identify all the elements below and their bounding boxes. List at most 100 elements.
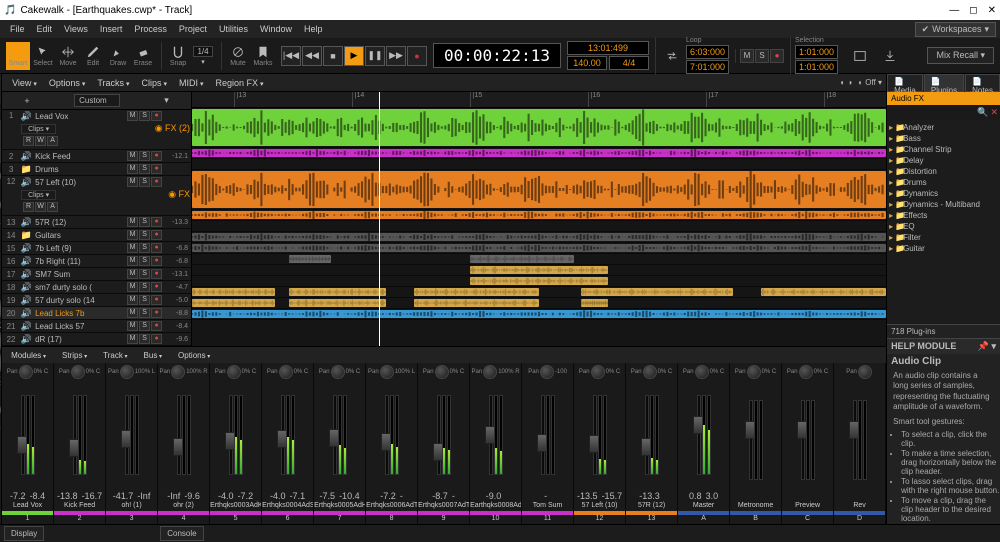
pan-knob[interactable] (858, 365, 872, 379)
browser-folder[interactable]: Guitar (889, 243, 998, 254)
fader[interactable] (73, 395, 77, 475)
erase-tool[interactable]: Erase (131, 42, 155, 70)
pause-button[interactable]: ❚❚ (365, 46, 385, 66)
pan-knob[interactable] (380, 365, 394, 379)
browser-folder[interactable]: Distortion (889, 166, 998, 177)
browser-close-icon[interactable]: ✕ (990, 107, 998, 118)
mixer-strip[interactable]: Pan0% C-7.5-10.4Erthqks0005AdHi7 (314, 363, 366, 524)
mute-button[interactable]: Mute (226, 42, 250, 70)
menu-help[interactable]: Help (298, 24, 329, 34)
track-header[interactable]: 12🔊57 Left (10)MS●Clips ▾◉ FXRWA (2, 176, 191, 216)
pan-knob[interactable] (643, 365, 657, 379)
arm-btn[interactable]: ● (151, 177, 162, 187)
fader[interactable] (541, 395, 545, 475)
menu-utilities[interactable]: Utilities (213, 24, 254, 34)
track-lane[interactable] (192, 298, 886, 309)
arm-btn[interactable]: ● (151, 230, 162, 240)
fader[interactable] (593, 395, 597, 475)
solo-btn[interactable]: S (139, 151, 150, 161)
browser-folder[interactable]: Delay (889, 155, 998, 166)
tempo-display[interactable]: 140.00 (573, 58, 601, 68)
audio-clip[interactable] (414, 299, 539, 307)
browser-folder[interactable]: Analyzer (889, 122, 998, 133)
mixer-strip[interactable]: Pan100% L-7.2-Erthqks0006AdT18 (366, 363, 418, 524)
mixer-strip[interactable]: Pan-100-Tom Sum11 (522, 363, 574, 524)
clips-pane[interactable]: |13|14|15|16|17|18 (192, 92, 886, 346)
ripple-toggle[interactable]: ◐ ◑ (840, 78, 852, 87)
tv-menu-options[interactable]: Options (43, 78, 92, 88)
browser-folder[interactable]: Filter (889, 232, 998, 243)
tv-menu-midi[interactable]: MIDI (173, 78, 209, 88)
audio-clip[interactable] (470, 255, 574, 263)
status-display-tab[interactable]: Display (4, 526, 44, 541)
audio-clip[interactable] (192, 233, 886, 241)
bar-beat-display[interactable]: 13:01:499 (588, 43, 628, 53)
marks-button[interactable]: Marks (251, 42, 275, 70)
audio-clip[interactable] (470, 266, 609, 274)
fader[interactable] (749, 400, 753, 480)
strip-name[interactable]: Erthqks0004AdSr (262, 501, 313, 510)
track-lane[interactable] (192, 108, 886, 148)
arm-btn[interactable]: ● (151, 334, 162, 344)
console-menu-modules[interactable]: Modules (6, 351, 51, 360)
arm-btn[interactable]: ● (151, 164, 162, 174)
pan-knob[interactable] (747, 365, 761, 379)
pan-knob[interactable] (540, 365, 554, 379)
mute-btn[interactable]: M (127, 269, 138, 279)
play-button[interactable]: ▶ (344, 46, 364, 66)
arm-btn[interactable]: ● (151, 111, 162, 121)
strip-name[interactable]: Tom Sum (522, 501, 573, 510)
mixer-strip[interactable]: Pan100% R-9.0Earthqks0008AdT10 (470, 363, 522, 524)
mute-btn[interactable]: M (127, 282, 138, 292)
solo-btn[interactable]: S (139, 243, 150, 253)
menu-project[interactable]: Project (173, 24, 213, 34)
audio-clip[interactable] (289, 255, 331, 263)
arm-btn[interactable]: ● (151, 321, 162, 331)
pan-knob[interactable] (331, 365, 345, 379)
mute-btn[interactable]: M (127, 321, 138, 331)
pan-knob[interactable] (227, 365, 241, 379)
fader[interactable] (697, 395, 701, 475)
arm-btn[interactable]: ● (151, 151, 162, 161)
track-header[interactable]: 14📁GuitarsMS● (2, 229, 191, 242)
solo-btn[interactable]: S (139, 217, 150, 227)
tv-menu-region-fx[interactable]: Region FX (209, 78, 269, 88)
audio-clip[interactable] (192, 109, 886, 146)
strip-name[interactable]: Earthqks0008AdT (470, 501, 521, 510)
arm-btn[interactable]: ● (151, 308, 162, 318)
solo-btn[interactable]: S (139, 256, 150, 266)
strip-name[interactable]: Lead Vox (2, 501, 53, 510)
fader[interactable] (489, 395, 493, 475)
audio-clip[interactable] (289, 299, 386, 307)
track-lane[interactable] (192, 232, 886, 243)
menu-file[interactable]: File (4, 24, 31, 34)
mute-btn[interactable]: M (127, 177, 138, 187)
close-button[interactable]: ✕ (988, 5, 996, 16)
fader[interactable] (21, 395, 25, 475)
solo-btn[interactable]: S (139, 295, 150, 305)
strip-name[interactable]: Erthqks0005AdHi (314, 501, 365, 510)
mixer-strip[interactable]: Pan0% CPreviewC (782, 363, 834, 524)
arm-btn[interactable]: ● (151, 243, 162, 253)
status-console-tab[interactable]: Console (160, 526, 203, 541)
audio-clip[interactable] (192, 310, 886, 318)
fader[interactable] (177, 395, 181, 475)
solo-btn[interactable]: S (139, 111, 150, 121)
sel-to[interactable]: 1:01:000 (799, 62, 834, 72)
pan-knob[interactable] (279, 365, 293, 379)
fader[interactable] (385, 395, 389, 475)
audio-clip[interactable] (192, 211, 886, 219)
mixer-strip[interactable]: Pan100% R-Inf-9.6ohr (2)4 (158, 363, 210, 524)
ffwd-button[interactable]: ▶▶ (386, 46, 406, 66)
audio-clip[interactable] (414, 288, 539, 296)
fader[interactable] (645, 395, 649, 475)
track-lane[interactable] (192, 287, 886, 298)
console-menu-options[interactable]: Options (173, 351, 215, 360)
menu-views[interactable]: Views (58, 24, 94, 34)
arm-btn[interactable]: ● (151, 295, 162, 305)
rtz-button[interactable]: |◀◀ (281, 46, 301, 66)
pan-knob[interactable] (483, 365, 497, 379)
strip-name[interactable]: oh! (1) (106, 501, 157, 510)
mute-btn[interactable]: M (127, 308, 138, 318)
browser-folder[interactable]: Dynamics (889, 188, 998, 199)
